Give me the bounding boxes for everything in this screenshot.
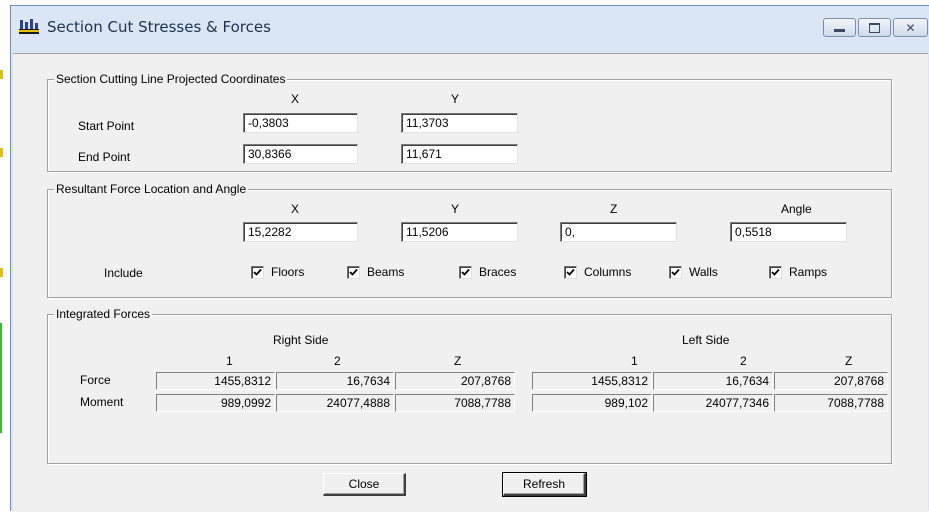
moment-row-label: Moment xyxy=(80,395,124,409)
refresh-button[interactable]: Refresh xyxy=(502,472,587,497)
edge-mark xyxy=(0,70,3,79)
right-force-1: 1455,8312 xyxy=(156,372,275,390)
close-button[interactable]: Close xyxy=(323,473,406,496)
include-label: Include xyxy=(104,266,143,280)
dialog-window: Section Cut Stresses & Forces ✕ Section … xyxy=(10,5,929,512)
right-force-2: 16,7634 xyxy=(276,372,394,390)
resultant-y-input[interactable]: 11,5206 xyxy=(401,222,518,242)
left-force-z: 207,8768 xyxy=(774,372,888,390)
beams-label: Beams xyxy=(367,265,405,279)
maximize-icon xyxy=(869,22,880,33)
minimize-icon xyxy=(834,29,845,32)
end-x-input[interactable]: 30,8366 xyxy=(243,144,358,164)
include-walls-checkbox[interactable]: Walls xyxy=(669,265,718,279)
integrated-legend: Integrated Forces xyxy=(54,307,153,321)
section-cut-legend: Section Cutting Line Projected Coordinat… xyxy=(54,72,288,86)
left-col-2-label: 2 xyxy=(740,354,747,368)
left-force-2: 16,7634 xyxy=(653,372,773,390)
resultant-x-input[interactable]: 15,2282 xyxy=(243,222,358,242)
right-force-z: 207,8768 xyxy=(395,372,515,390)
left-force-1: 1455,8312 xyxy=(532,372,652,390)
check-icon xyxy=(459,265,472,279)
resultant-z-input[interactable]: 0, xyxy=(560,222,677,242)
check-icon xyxy=(564,265,577,279)
right-col-z-label: Z xyxy=(454,354,462,368)
right-moment-1: 989,0992 xyxy=(156,394,275,412)
left-col-1-label: 1 xyxy=(631,354,638,368)
include-beams-checkbox[interactable]: Beams xyxy=(347,265,404,279)
start-y-input[interactable]: 11,3703 xyxy=(401,113,518,133)
col-x-label: X xyxy=(291,92,300,106)
title-bar[interactable]: Section Cut Stresses & Forces ✕ xyxy=(11,6,929,50)
end-y-input[interactable]: 11,671 xyxy=(401,144,518,164)
include-floors-checkbox[interactable]: Floors xyxy=(251,265,304,279)
check-icon xyxy=(251,265,264,279)
left-moment-z: 7088,7788 xyxy=(774,394,888,412)
left-side-label: Left Side xyxy=(682,333,730,347)
dialog-body: Section Cutting Line Projected Coordinat… xyxy=(13,53,928,512)
col-y-label: Y xyxy=(451,92,460,106)
right-col-1-label: 1 xyxy=(226,354,233,368)
resultant-legend: Resultant Force Location and Angle xyxy=(54,182,249,196)
ramps-label: Ramps xyxy=(789,265,828,279)
close-window-button[interactable]: ✕ xyxy=(893,18,928,37)
app-logo-icon xyxy=(18,17,40,35)
check-icon xyxy=(669,265,682,279)
res-col-angle-label: Angle xyxy=(781,202,812,216)
check-icon xyxy=(347,265,360,279)
res-col-y-label: Y xyxy=(451,202,460,216)
include-columns-checkbox[interactable]: Columns xyxy=(564,265,631,279)
start-point-label: Start Point xyxy=(78,119,135,133)
edge-mark xyxy=(0,148,3,157)
check-icon xyxy=(769,265,782,279)
force-row-label: Force xyxy=(80,373,111,387)
left-col-z-label: Z xyxy=(845,354,853,368)
res-col-z-label: Z xyxy=(610,202,618,216)
left-moment-1: 989,102 xyxy=(532,394,652,412)
maximize-button[interactable] xyxy=(858,18,891,37)
resultant-angle-input[interactable]: 0,5518 xyxy=(730,222,847,242)
floors-label: Floors xyxy=(271,265,305,279)
close-icon: ✕ xyxy=(905,20,916,35)
start-x-input[interactable]: -0,3803 xyxy=(243,113,358,133)
integrated-forces-group: Integrated Forces Right Side Left Side 1… xyxy=(47,307,892,464)
right-moment-z: 7088,7788 xyxy=(395,394,515,412)
walls-label: Walls xyxy=(689,265,718,279)
left-moment-2: 24077,7346 xyxy=(653,394,773,412)
columns-label: Columns xyxy=(584,265,632,279)
braces-label: Braces xyxy=(479,265,517,279)
edge-mark xyxy=(0,323,2,433)
resultant-group: Resultant Force Location and Angle X Y Z… xyxy=(47,182,892,298)
res-col-x-label: X xyxy=(291,202,300,216)
end-point-label: End Point xyxy=(78,150,131,164)
include-ramps-checkbox[interactable]: Ramps xyxy=(769,265,827,279)
right-moment-2: 24077,4888 xyxy=(276,394,394,412)
edge-mark xyxy=(0,268,3,277)
section-cut-group: Section Cutting Line Projected Coordinat… xyxy=(47,72,892,172)
right-col-2-label: 2 xyxy=(334,354,341,368)
window-title: Section Cut Stresses & Forces xyxy=(47,18,271,36)
include-braces-checkbox[interactable]: Braces xyxy=(459,265,516,279)
minimize-button[interactable] xyxy=(823,18,856,37)
right-side-label: Right Side xyxy=(273,333,329,347)
